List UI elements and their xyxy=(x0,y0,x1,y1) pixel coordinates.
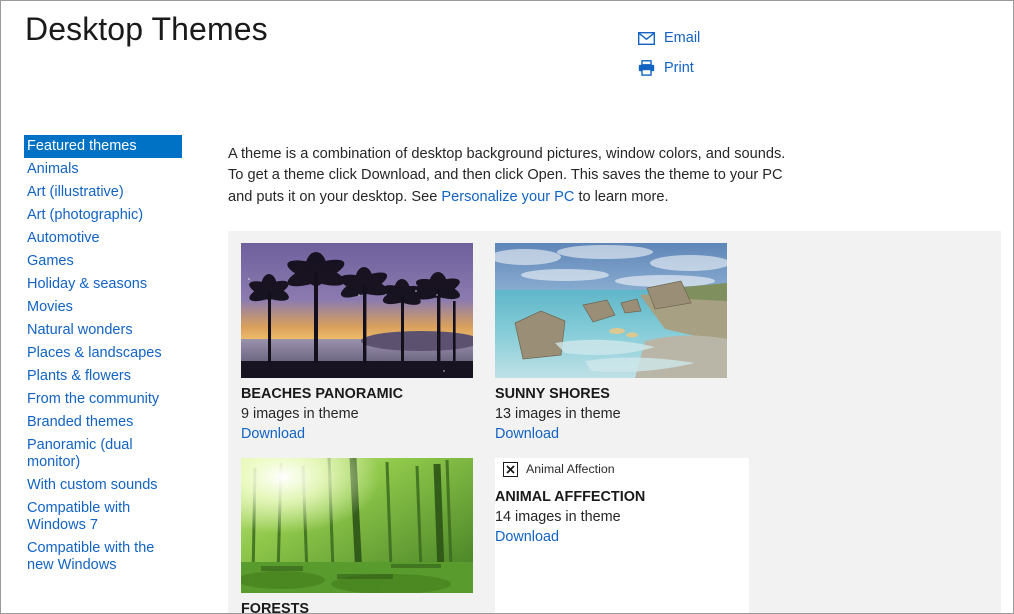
theme-grid: BEACHES PANORAMIC 9 images in theme Down… xyxy=(241,243,1001,614)
page-actions: Email Print xyxy=(637,27,837,87)
print-label: Print xyxy=(664,60,694,76)
broken-image-icon xyxy=(503,461,518,477)
theme-card[interactable]: Animal Affection ANIMAL AFFFECTION 14 im… xyxy=(495,458,749,613)
theme-card[interactable]: SUNNY SHORES 13 images in theme Download xyxy=(495,243,749,458)
print-button[interactable]: Print xyxy=(637,57,837,79)
sidebar-item-with-custom-sounds[interactable]: With custom sounds xyxy=(24,474,182,497)
theme-download-link[interactable]: Download xyxy=(495,425,727,444)
sidebar-item-art-photographic[interactable]: Art (photographic) xyxy=(24,204,182,227)
theme-card[interactable]: BEACHES PANORAMIC 9 images in theme Down… xyxy=(241,243,495,458)
theme-download-link[interactable]: Download xyxy=(241,425,473,444)
sidebar-item-places-landscapes[interactable]: Places & landscapes xyxy=(24,342,182,365)
theme-card[interactable]: FORESTS 16 images in theme Download xyxy=(241,458,495,614)
page-title: Desktop Themes xyxy=(25,11,268,47)
broken-image-placeholder[interactable]: Animal Affection xyxy=(503,460,727,478)
theme-card-title: BEACHES PANORAMIC xyxy=(241,386,404,402)
sidebar-item-compatible-new-windows[interactable]: Compatible with the new Windows xyxy=(24,537,182,577)
sidebar-item-automotive[interactable]: Automotive xyxy=(24,227,182,250)
theme-card-count: 14 images in theme xyxy=(495,509,621,525)
beach-sunset-palms-thumbnail[interactable] xyxy=(241,243,473,378)
sidebar-item-movies[interactable]: Movies xyxy=(24,296,182,319)
theme-download-link[interactable]: Download xyxy=(495,528,727,547)
email-button[interactable]: Email xyxy=(637,27,837,49)
theme-card-title: FORESTS xyxy=(241,601,309,614)
sidebar-item-holiday-seasons[interactable]: Holiday & seasons xyxy=(24,273,182,296)
sidebar-item-natural-wonders[interactable]: Natural wonders xyxy=(24,319,182,342)
theme-gallery: BEACHES PANORAMIC 9 images in theme Down… xyxy=(228,231,1001,614)
sidebar-item-featured-themes[interactable]: Featured themes xyxy=(24,135,182,158)
theme-card-title: SUNNY SHORES xyxy=(495,386,610,402)
intro-text-after: to learn more. xyxy=(574,188,669,205)
envelope-icon xyxy=(637,30,655,46)
printer-icon xyxy=(637,60,655,76)
broken-image-alt-text: Animal Affection xyxy=(526,462,615,476)
sidebar-item-plants-flowers[interactable]: Plants & flowers xyxy=(24,365,182,388)
personalize-your-pc-link[interactable]: Personalize your PC xyxy=(441,189,574,205)
sidebar-item-art-illustrative[interactable]: Art (illustrative) xyxy=(24,181,182,204)
sunlit-green-forest-thumbnail[interactable] xyxy=(241,458,473,593)
sidebar-item-animals[interactable]: Animals xyxy=(24,158,182,181)
theme-card-count: 9 images in theme xyxy=(241,406,359,422)
sidebar-item-panoramic-dual-monitor[interactable]: Panoramic (dual monitor) xyxy=(24,434,182,474)
sidebar-item-from-the-community[interactable]: From the community xyxy=(24,388,182,411)
theme-card-count: 13 images in theme xyxy=(495,406,621,422)
email-label: Email xyxy=(664,30,701,46)
sidebar-item-compatible-windows-7[interactable]: Compatible with Windows 7 xyxy=(24,497,182,537)
sidebar-item-branded-themes[interactable]: Branded themes xyxy=(24,411,182,434)
rocky-turquoise-coast-thumbnail[interactable] xyxy=(495,243,727,378)
category-sidebar: Featured themes Animals Art (illustrativ… xyxy=(24,135,182,577)
sidebar-item-games[interactable]: Games xyxy=(24,250,182,273)
theme-card-title: ANIMAL AFFFECTION xyxy=(495,489,646,505)
intro-paragraph: A theme is a combination of desktop back… xyxy=(228,144,791,209)
browser-content-window: Desktop Themes Email Print Featured them… xyxy=(0,0,1014,614)
